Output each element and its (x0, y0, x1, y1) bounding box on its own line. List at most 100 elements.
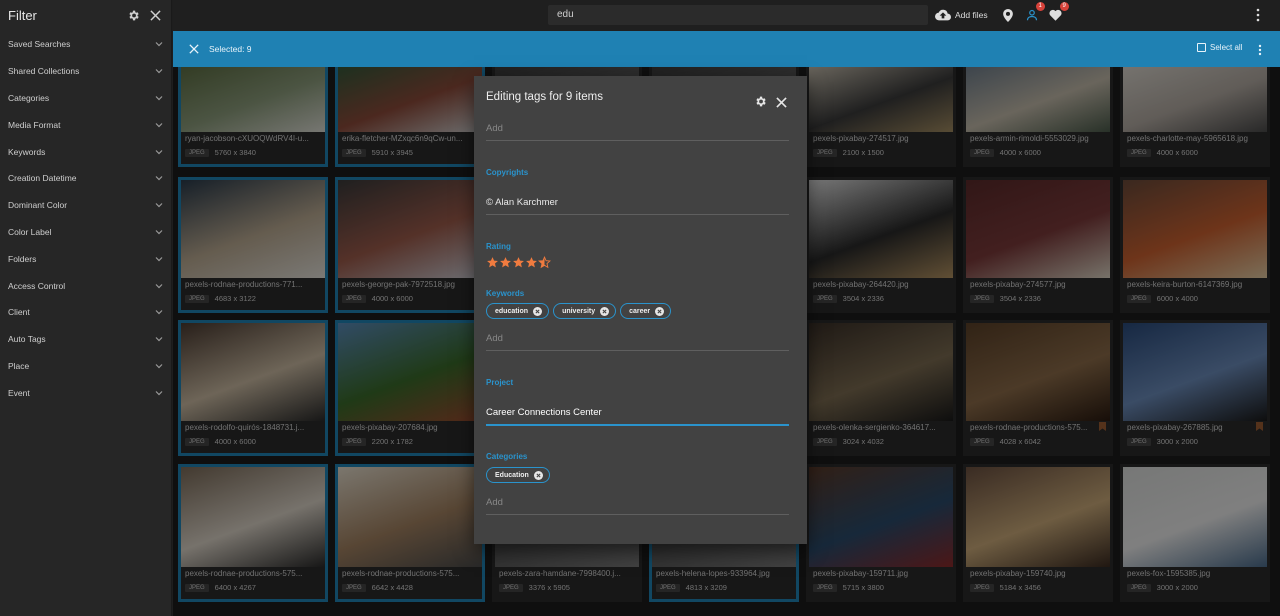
clear-selection-icon[interactable] (187, 42, 201, 56)
media-card[interactable]: pexels-pixabay-274577.jpg JPEG 3504 x 2336 (963, 177, 1113, 313)
app-root: Filter Saved Searches Shared Collections C… (0, 0, 1280, 616)
file-dimensions: 4000 x 6000 (214, 437, 256, 446)
sidebar-filter-item[interactable]: Color Label (0, 219, 172, 246)
media-card[interactable]: pexels-george-pak-7972518.jpg JPEG 4000 x … (335, 177, 485, 313)
media-thumbnail (966, 180, 1110, 278)
sidebar-filter-item[interactable]: Keywords (0, 138, 172, 165)
tag-chip[interactable]: Education (486, 467, 550, 483)
file-type-badge: JPEG (185, 583, 209, 592)
file-type-badge: JPEG (813, 148, 837, 157)
close-icon[interactable] (776, 95, 788, 108)
file-meta: JPEG 4028 x 6042 (970, 437, 1041, 446)
file-name: erika-fletcher-MZxqc6n9qCw-un... (342, 134, 463, 143)
sidebar-filter-item[interactable]: Shared Collections (0, 58, 172, 85)
categories-add-input[interactable]: Add (486, 497, 789, 515)
more-menu-icon[interactable] (1255, 8, 1261, 22)
project-field[interactable]: Career Connections Center (486, 407, 789, 426)
copyrights-field[interactable]: © Alan Karchmer (486, 197, 789, 215)
sidebar-filter-item[interactable]: Categories (0, 85, 172, 112)
file-dimensions: 4000 x 6000 (1156, 148, 1198, 157)
select-all-checkbox[interactable]: Select all (1197, 43, 1242, 52)
sidebar-filter-item[interactable]: Media Format (0, 111, 172, 138)
media-card[interactable]: pexels-pixabay-159740.jpg JPEG 5184 x 3456 (963, 464, 1113, 602)
selection-menu-icon[interactable] (1257, 43, 1263, 56)
star-icon[interactable] (525, 256, 538, 269)
media-card[interactable]: pexels-pixabay-267885.jpg JPEG 3000 x 2000 (1120, 320, 1270, 456)
sidebar-filter-item[interactable]: Dominant Color (0, 192, 172, 219)
heart-icon[interactable]: 9 (1048, 2, 1069, 23)
star-icon[interactable] (538, 256, 551, 269)
file-meta: JPEG 5184 x 3456 (970, 583, 1041, 592)
remove-tag-icon[interactable] (533, 306, 543, 316)
chevron-down-icon (155, 96, 163, 101)
gear-icon[interactable] (754, 95, 767, 108)
sidebar-filter-item[interactable]: Place (0, 353, 172, 380)
media-card[interactable]: pexels-pixabay-274517.jpg JPEG 2100 x 1500 (806, 67, 956, 167)
select-all-label: Select all (1210, 43, 1243, 52)
remove-tag-icon[interactable] (533, 470, 543, 480)
media-card[interactable]: pexels-keira-burton-6147369.jpg JPEG 6000 … (1120, 177, 1270, 313)
rating-stars[interactable] (486, 256, 551, 269)
star-icon[interactable] (512, 256, 525, 269)
chevron-down-icon (155, 203, 163, 208)
media-card[interactable]: ryan-jacobson-cXUOQWdRV4I-u... JPEG 5760 x… (178, 67, 328, 167)
tag-chip-label: career (629, 307, 651, 315)
people-icon[interactable]: 1 (1024, 2, 1045, 23)
media-card[interactable]: pexels-charlotte-may-5965618.jpg JPEG 4000… (1120, 67, 1270, 167)
sidebar-filter-item[interactable]: Creation Datetime (0, 165, 172, 192)
file-dimensions: 3504 x 2336 (842, 294, 884, 303)
media-card[interactable]: pexels-pixabay-207684.jpg JPEG 2200 x 1782 (335, 320, 485, 456)
media-card[interactable]: pexels-olenka-sergienko-364617... JPEG 302… (806, 320, 956, 456)
media-card[interactable]: pexels-armin-rimoldi-5553029.jpg JPEG 4000… (963, 67, 1113, 167)
sidebar-filter-item[interactable]: Saved Searches (0, 31, 172, 58)
sidebar-filter-item[interactable]: Access Control (0, 272, 172, 299)
tag-chip[interactable]: education (486, 303, 550, 319)
location-pin-icon[interactable] (1000, 7, 1016, 23)
sidebar-item-label: Event (8, 387, 30, 398)
media-card[interactable]: pexels-rodolfo-quirós-1848731.j... JPEG 40… (178, 320, 328, 456)
media-card[interactable]: pexels-rodnae-productions-771... JPEG 4683… (178, 177, 328, 313)
star-icon[interactable] (486, 256, 499, 269)
rating-label: Rating (486, 242, 511, 251)
file-name: pexels-george-pak-7972518.jpg (342, 280, 455, 289)
edit-tags-dialog: Editing tags for 9 items Add Copyrights … (474, 76, 807, 544)
file-meta: JPEG 2100 x 1500 (813, 148, 884, 157)
remove-tag-icon[interactable] (655, 306, 665, 316)
file-dimensions: 5715 x 3800 (842, 583, 884, 592)
file-meta: JPEG 3504 x 2336 (970, 294, 1041, 303)
cloud-upload-icon (935, 9, 951, 21)
sidebar-filter-item[interactable]: Folders (0, 245, 172, 272)
add-tag-input[interactable]: Add (486, 123, 789, 141)
tag-chip-label: Education (495, 471, 529, 479)
keywords-add-input[interactable]: Add (486, 333, 789, 351)
file-type-badge: JPEG (970, 437, 994, 446)
media-card[interactable]: pexels-rodnae-productions-575... JPEG 6642… (335, 464, 485, 602)
file-meta: JPEG 3376 x 5905 (499, 583, 570, 592)
sidebar-filter-item[interactable]: Event (0, 379, 172, 406)
media-thumbnail (181, 323, 325, 421)
media-card[interactable]: pexels-rodnae-productions-575... JPEG 4028… (963, 320, 1113, 456)
media-card[interactable]: pexels-rodnae-productions-575... JPEG 6400… (178, 464, 328, 602)
sidebar-filter-item[interactable]: Auto Tags (0, 326, 172, 353)
media-thumbnail (338, 323, 482, 421)
gear-icon[interactable] (125, 7, 141, 23)
media-card[interactable]: pexels-pixabay-159711.jpg JPEG 5715 x 3800 (806, 464, 956, 602)
media-card[interactable]: pexels-fox-1595385.jpg JPEG 3000 x 2000 (1120, 464, 1270, 602)
star-icon[interactable] (499, 256, 512, 269)
tag-chip[interactable]: university (553, 303, 617, 319)
sidebar-item-label: Media Format (8, 119, 61, 130)
sidebar-filter-item[interactable]: Client (0, 299, 172, 326)
media-thumbnail (338, 180, 482, 278)
tag-chip[interactable]: career (620, 303, 672, 319)
sidebar-item-label: Access Control (8, 280, 66, 291)
sidebar-item-label: Keywords (8, 146, 46, 157)
file-type-badge: JPEG (185, 148, 209, 157)
media-card[interactable]: erika-fletcher-MZxqc6n9qCw-un... JPEG 5910… (335, 67, 485, 167)
sidebar-item-label: Place (8, 360, 30, 371)
search-input[interactable]: edu (548, 5, 928, 25)
add-files-button[interactable]: Add files (935, 9, 988, 21)
close-icon[interactable] (147, 7, 163, 23)
media-card[interactable]: pexels-pixabay-264420.jpg JPEG 3504 x 2336 (806, 177, 956, 313)
remove-tag-icon[interactable] (600, 306, 610, 316)
file-dimensions: 5910 x 3945 (371, 148, 413, 157)
